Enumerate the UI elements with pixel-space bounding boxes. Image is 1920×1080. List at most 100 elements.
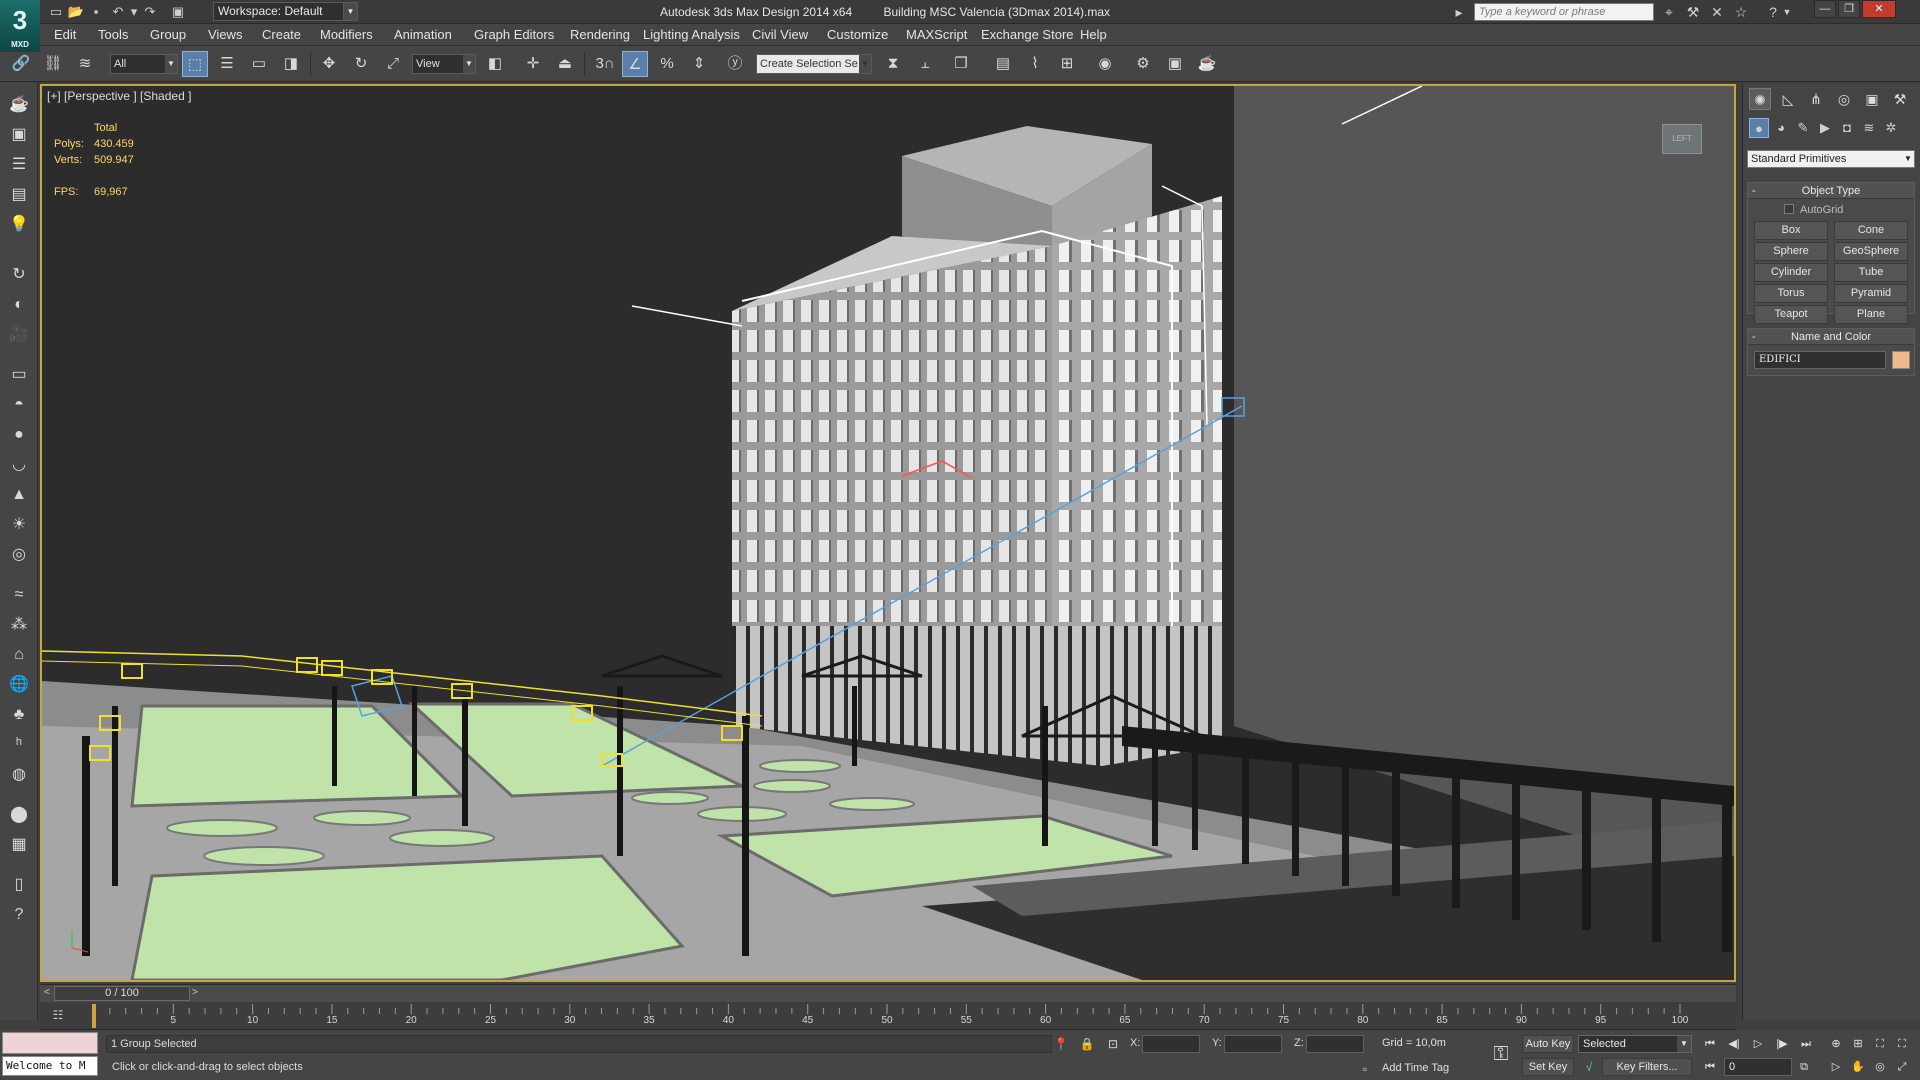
- menu-animation[interactable]: Animation: [394, 24, 452, 46]
- orbit-icon[interactable]: ◎: [1870, 1058, 1890, 1076]
- align-icon[interactable]: ⫠: [912, 51, 938, 77]
- z-coord-field[interactable]: [1306, 1035, 1364, 1053]
- bind-space-warp-icon[interactable]: ≋: [72, 51, 98, 77]
- rotate-tool-icon[interactable]: ↻: [6, 262, 32, 288]
- sun-icon[interactable]: ☀: [6, 512, 32, 538]
- create-tab-icon[interactable]: ✺: [1749, 88, 1771, 110]
- geometry-icon[interactable]: ●: [1749, 118, 1769, 138]
- time-slider-next-button[interactable]: >: [192, 987, 198, 998]
- application-button[interactable]: 3 MXD: [0, 0, 40, 52]
- menu-graph-editors[interactable]: Graph Editors: [474, 24, 554, 46]
- rectangular-selection-icon[interactable]: ▭: [246, 51, 272, 77]
- wave-icon[interactable]: ≈: [6, 582, 32, 608]
- absolute-mode-icon[interactable]: ⊡: [1104, 1035, 1122, 1053]
- ball-icon[interactable]: ⬤: [6, 802, 32, 828]
- systems-icon[interactable]: ✲: [1881, 118, 1901, 138]
- communication-center-icon[interactable]: ✕: [1706, 2, 1728, 22]
- subscription-icon[interactable]: ⚒: [1682, 2, 1704, 22]
- object-name-field[interactable]: EDIFICI: [1754, 351, 1886, 369]
- new-file-icon[interactable]: ▭: [46, 2, 66, 21]
- auto-key-button[interactable]: Auto Key: [1522, 1035, 1574, 1053]
- mesh-icon[interactable]: ⌂: [6, 642, 32, 668]
- menu-group[interactable]: Group: [150, 24, 186, 46]
- add-time-tag-button[interactable]: Add Time Tag: [1382, 1062, 1449, 1074]
- modify-tab-icon[interactable]: ◺: [1777, 88, 1799, 110]
- field-of-view-icon[interactable]: ▷: [1826, 1058, 1846, 1076]
- disc-icon[interactable]: ◎: [6, 542, 32, 568]
- angle-snap-icon[interactable]: ∠: [622, 51, 648, 77]
- zoom-icon[interactable]: ⊕: [1826, 1035, 1846, 1053]
- unlink-icon[interactable]: ⛓: [40, 51, 66, 77]
- maximize-viewport-icon[interactable]: ⤢: [1892, 1058, 1912, 1076]
- y-coord-field[interactable]: [1224, 1035, 1282, 1053]
- menu-exchange-store[interactable]: Exchange Store: [981, 24, 1074, 46]
- box-button[interactable]: Box: [1754, 221, 1828, 240]
- layer-manager-icon[interactable]: ❒: [948, 51, 974, 77]
- save-file-icon[interactable]: ▪: [86, 2, 106, 21]
- perspective-viewport[interactable]: [+] [Perspective ] [Shaded ] Total Polys…: [40, 84, 1736, 982]
- menu-maxscript[interactable]: MAXScript: [906, 24, 967, 46]
- camera-icon[interactable]: 🎥: [6, 322, 32, 348]
- edit-named-selection-icon[interactable]: ⓨ: [722, 51, 748, 77]
- torus-button[interactable]: Torus: [1754, 284, 1828, 303]
- hemisphere-icon[interactable]: ◓: [6, 392, 32, 418]
- next-frame-icon[interactable]: |▶: [1772, 1035, 1792, 1053]
- cylinder-button[interactable]: Cylinder: [1754, 263, 1828, 282]
- set-key-button[interactable]: Set Key: [1522, 1058, 1574, 1076]
- play-icon[interactable]: ▷: [1748, 1035, 1768, 1053]
- plant-icon[interactable]: ♣: [6, 702, 32, 728]
- maxscript-mini-listener[interactable]: Welcome to M: [2, 1056, 98, 1076]
- sphere-icon[interactable]: ●: [6, 422, 32, 448]
- favorites-star-icon[interactable]: ☆: [1730, 2, 1752, 22]
- display-tab-icon[interactable]: ▣: [1861, 88, 1883, 110]
- particle-icon[interactable]: ⁂: [6, 612, 32, 638]
- pan-view-icon[interactable]: ✋: [1848, 1058, 1868, 1076]
- menu-help[interactable]: Help: [1080, 24, 1107, 46]
- viewcube[interactable]: LEFT: [1662, 124, 1702, 154]
- project-folder-icon[interactable]: ▣: [168, 2, 188, 21]
- window-crossing-icon[interactable]: ◨: [278, 51, 304, 77]
- primitive-category-dropdown[interactable]: Standard Primitives ▼: [1747, 150, 1915, 168]
- keyboard-shortcut-override-icon[interactable]: ⏏: [552, 51, 578, 77]
- plane-object-icon[interactable]: ▭: [6, 362, 32, 388]
- key-mode-dropdown[interactable]: Selected ▼: [1578, 1035, 1692, 1053]
- sphere-button[interactable]: Sphere: [1754, 242, 1828, 261]
- menu-lighting-analysis[interactable]: Lighting Analysis: [643, 24, 740, 46]
- select-object-icon[interactable]: ⬚: [182, 51, 208, 77]
- named-selection-dropdown[interactable]: Create Selection Se ▼: [756, 54, 872, 74]
- rendered-frame-window-icon[interactable]: ▣: [1162, 51, 1188, 77]
- time-slider-prev-button[interactable]: <: [44, 987, 50, 998]
- menu-modifiers[interactable]: Modifiers: [320, 24, 373, 46]
- hair-fur-icon[interactable]: ʰ: [6, 732, 32, 758]
- menu-civil-view[interactable]: Civil View: [752, 24, 808, 46]
- search-input[interactable]: Type a keyword or phrase: [1474, 3, 1654, 21]
- search-expand-icon[interactable]: ▸: [1452, 2, 1466, 22]
- question-icon[interactable]: ?: [6, 902, 32, 928]
- render-setup-icon[interactable]: ⚙: [1130, 51, 1156, 77]
- tube-button[interactable]: Tube: [1834, 263, 1908, 282]
- render-production-icon[interactable]: ☕: [1194, 51, 1220, 77]
- previous-frame-icon[interactable]: ◀|: [1724, 1035, 1744, 1053]
- maxscript-listener[interactable]: [2, 1032, 98, 1054]
- key-filters-button[interactable]: Key Filters...: [1602, 1058, 1692, 1076]
- zoom-extents-all-icon[interactable]: ⛶: [1892, 1035, 1912, 1053]
- help-dropdown-icon[interactable]: ▼: [1780, 2, 1794, 22]
- helpers-icon[interactable]: ◘: [1837, 118, 1857, 138]
- light-bulb-icon[interactable]: 💡: [6, 212, 32, 238]
- graphite-ribbon-icon[interactable]: ▤: [990, 51, 1016, 77]
- motion-tab-icon[interactable]: ◎: [1833, 88, 1855, 110]
- go-to-end-icon[interactable]: ⏭: [1796, 1035, 1816, 1053]
- x-coord-field[interactable]: [1142, 1035, 1200, 1053]
- go-to-start-icon[interactable]: ⏮: [1700, 1035, 1720, 1053]
- pyramid-button[interactable]: Pyramid: [1834, 284, 1908, 303]
- zoom-extents-icon[interactable]: ⛶: [1870, 1035, 1890, 1053]
- close-button[interactable]: ✕: [1862, 0, 1896, 18]
- time-slider-handle[interactable]: 0 / 100: [54, 986, 190, 1001]
- curve-editor-icon[interactable]: ⌇: [1022, 51, 1048, 77]
- autogrid-checkbox[interactable]: AutoGrid: [1784, 203, 1914, 217]
- scale-icon[interactable]: ⤢: [380, 51, 406, 77]
- object-color-swatch[interactable]: [1892, 351, 1910, 369]
- binoculars-icon[interactable]: ⌖: [1658, 2, 1680, 22]
- menu-edit[interactable]: Edit: [54, 24, 76, 46]
- track-bar[interactable]: ☷ 5 10 15 20 25 30 35 40 45 50 55 60 65 70 75 80 85 90 95 1…: [40, 1002, 1736, 1030]
